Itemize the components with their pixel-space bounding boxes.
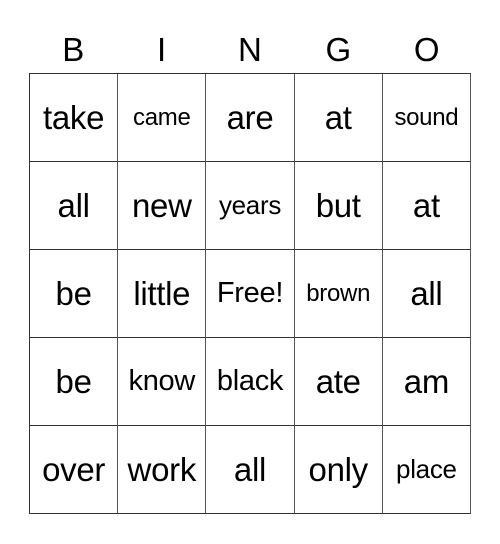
bingo-cell[interactable]: over bbox=[30, 426, 119, 514]
bingo-cell[interactable]: am bbox=[382, 338, 471, 426]
bingo-cell[interactable]: be bbox=[30, 250, 119, 338]
bingo-cell[interactable]: all bbox=[206, 426, 295, 514]
bingo-cell[interactable]: work bbox=[118, 426, 207, 514]
header-letter-n: N bbox=[238, 31, 262, 68]
bingo-cell[interactable]: all bbox=[382, 250, 471, 338]
bingo-header: B I N G O bbox=[29, 28, 471, 72]
header-letter-g: G bbox=[325, 31, 352, 68]
bingo-cell[interactable]: know bbox=[118, 338, 207, 426]
bingo-cell[interactable]: take bbox=[30, 74, 119, 162]
bingo-cell[interactable]: ate bbox=[294, 338, 383, 426]
bingo-cell[interactable]: little bbox=[118, 250, 207, 338]
bingo-cell[interactable]: black bbox=[206, 338, 295, 426]
bingo-cell[interactable]: are bbox=[206, 74, 295, 162]
header-letter-o: O bbox=[413, 31, 440, 68]
free-space-cell[interactable]: Free! bbox=[206, 250, 295, 338]
bingo-cell[interactable]: new bbox=[118, 162, 207, 250]
header-letter-i: I bbox=[157, 31, 167, 68]
bingo-cell[interactable]: came bbox=[118, 74, 207, 162]
bingo-cell[interactable]: all bbox=[30, 162, 119, 250]
bingo-card-grid: take came are at sound all new years but… bbox=[29, 73, 471, 514]
bingo-cell[interactable]: years bbox=[206, 162, 295, 250]
bingo-cell[interactable]: but bbox=[294, 162, 383, 250]
bingo-cell[interactable]: only bbox=[294, 426, 383, 514]
bingo-cell[interactable]: place bbox=[382, 426, 471, 514]
bingo-cell[interactable]: sound bbox=[382, 74, 471, 162]
bingo-cell[interactable]: brown bbox=[294, 250, 383, 338]
header-letter-b: B bbox=[62, 31, 85, 68]
bingo-cell[interactable]: at bbox=[294, 74, 383, 162]
bingo-cell[interactable]: at bbox=[382, 162, 471, 250]
bingo-cell[interactable]: be bbox=[30, 338, 119, 426]
